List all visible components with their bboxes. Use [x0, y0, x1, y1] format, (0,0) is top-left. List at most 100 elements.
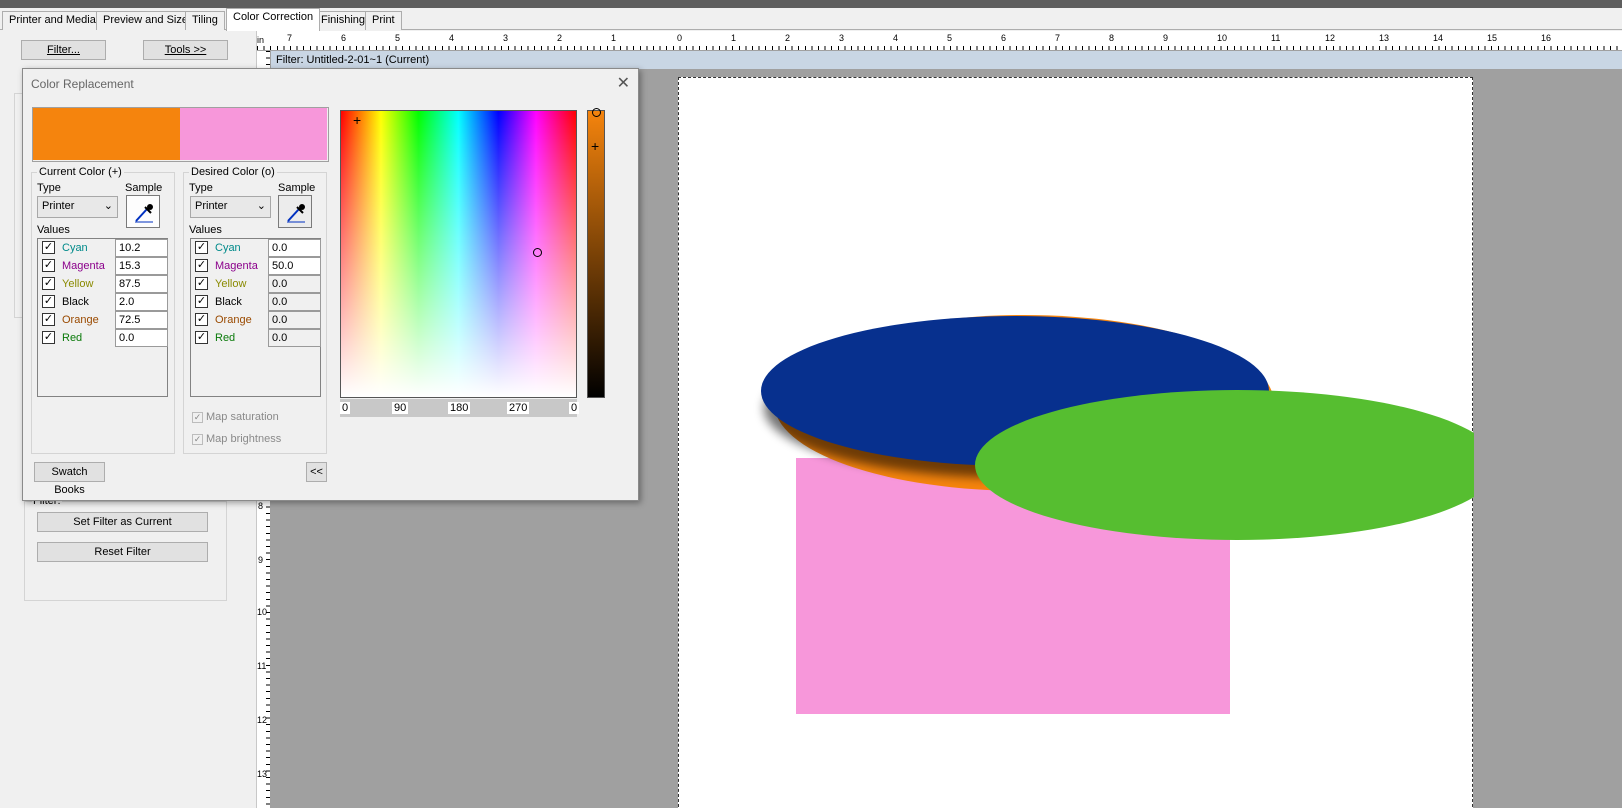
- hue-tick: 180: [448, 402, 471, 414]
- map-saturation-label: Map saturation: [206, 411, 279, 423]
- artwork: [761, 315, 1474, 714]
- channel-name: Black: [215, 296, 242, 308]
- desired-values-table: ✓ Cyan 0.0 ✓ Magenta 50.0 ✓ Yellow 0.0 ✓…: [190, 238, 321, 397]
- table-row: ✓ Yellow 87.5: [38, 275, 168, 293]
- red-value-field[interactable]: 0.0: [268, 329, 321, 347]
- current-sample-button[interactable]: [126, 195, 160, 228]
- table-row: ✓ Orange 72.5: [38, 311, 168, 329]
- ruler-tick: 6: [341, 33, 347, 43]
- desired-color-label: Desired Color (o): [189, 166, 277, 178]
- filter-button[interactable]: Filter...: [21, 40, 106, 60]
- yellow-checkbox[interactable]: ✓: [195, 277, 208, 290]
- ruler-tick: 8: [1109, 33, 1115, 43]
- ruler-tick: 0: [677, 33, 683, 43]
- ruler-tick: 4: [449, 33, 455, 43]
- tools-button[interactable]: Tools >>: [143, 40, 228, 60]
- tab-print[interactable]: Print: [365, 11, 402, 30]
- ruler-tick: 1: [731, 33, 737, 43]
- channel-name: Orange: [62, 314, 99, 326]
- ruler-tick: 8: [258, 501, 264, 511]
- horizontal-ruler: in 7 6 5 4 3 2 1 0 1 2 3 4 5 6 7 8 9 10 …: [257, 31, 1622, 51]
- reset-filter-button[interactable]: Reset Filter: [37, 542, 208, 562]
- black-value-field[interactable]: 0.0: [268, 293, 321, 311]
- channel-name: Red: [215, 332, 236, 344]
- black-value-field[interactable]: 2.0: [115, 293, 168, 311]
- red-checkbox[interactable]: ✓: [42, 331, 55, 344]
- table-row: ✓ Red 0.0: [38, 329, 168, 347]
- current-values-table: ✓ Cyan 10.2 ✓ Magenta 15.3 ✓ Yellow 87.5…: [37, 238, 168, 397]
- table-row: ✓ Black 0.0: [191, 293, 321, 311]
- desired-type-select[interactable]: Printer ⌄: [190, 196, 271, 218]
- sample-label: Sample: [278, 182, 316, 194]
- ruler-tick: 5: [395, 33, 401, 43]
- print-page[interactable]: [678, 77, 1474, 808]
- ruler-tick: 12: [1325, 33, 1336, 43]
- table-row: ✓ Cyan 10.2: [38, 239, 168, 257]
- ruler-tick: 2: [785, 33, 791, 43]
- tab-tiling[interactable]: Tiling: [185, 11, 225, 30]
- cyan-value-field[interactable]: 0.0: [268, 239, 321, 257]
- ruler-tick: 3: [503, 33, 509, 43]
- red-value-field[interactable]: 0.0: [115, 329, 168, 347]
- close-icon[interactable]: ✕: [617, 73, 630, 93]
- hue-tick: 0: [569, 402, 580, 414]
- table-row: ✓ Magenta 15.3: [38, 257, 168, 275]
- hue-tick: 270: [507, 402, 530, 414]
- ruler-tick: 5: [947, 33, 953, 43]
- color-replacement-dialog: Color Replacement ✕ Current Color (+) Ty…: [22, 68, 639, 501]
- map-brightness-checkbox[interactable]: ✓: [192, 434, 203, 445]
- orange-checkbox[interactable]: ✓: [195, 313, 208, 326]
- type-label: Type: [37, 182, 61, 194]
- current-brightness-marker-icon: +: [591, 138, 600, 154]
- values-label: Values: [189, 224, 222, 236]
- black-checkbox[interactable]: ✓: [195, 295, 208, 308]
- yellow-value-field[interactable]: 0.0: [268, 275, 321, 293]
- table-row: ✓ Yellow 0.0: [191, 275, 321, 293]
- ruler-tick: 7: [287, 33, 293, 43]
- desired-color-swatch: [180, 108, 327, 160]
- brightness-slider[interactable]: +: [587, 108, 605, 398]
- tab-finishing[interactable]: Finishing: [314, 11, 373, 30]
- tab-preview-and-size[interactable]: Preview and Size: [96, 11, 195, 30]
- ruler-tick: 7: [1055, 33, 1061, 43]
- window-top-strip: [0, 0, 1622, 8]
- current-color-marker-icon: +: [353, 112, 362, 128]
- map-saturation-checkbox[interactable]: ✓: [192, 412, 203, 423]
- collapse-button[interactable]: <<: [306, 462, 327, 482]
- ruler-tick: 15: [1487, 33, 1498, 43]
- orange-value-field[interactable]: 72.5: [115, 311, 168, 329]
- red-checkbox[interactable]: ✓: [195, 331, 208, 344]
- tab-printer-and-media[interactable]: Printer and Media: [2, 11, 103, 30]
- tab-bar: Printer and Media Preview and Size Tilin…: [0, 8, 1622, 31]
- ruler-tick: 4: [893, 33, 899, 43]
- yellow-value-field[interactable]: 87.5: [115, 275, 168, 293]
- ruler-tick: 3: [839, 33, 845, 43]
- magenta-checkbox[interactable]: ✓: [42, 259, 55, 272]
- ruler-tick: 1: [611, 33, 617, 43]
- swatch-books-button[interactable]: Swatch Books: [34, 462, 105, 496]
- orange-checkbox[interactable]: ✓: [42, 313, 55, 326]
- sample-label: Sample: [125, 182, 163, 194]
- hue-saturation-picker[interactable]: +: [340, 110, 577, 398]
- ruler-tick: 14: [1433, 33, 1444, 43]
- chevron-down-icon: ⌄: [256, 200, 266, 212]
- black-checkbox[interactable]: ✓: [42, 295, 55, 308]
- current-type-select[interactable]: Printer ⌄: [37, 196, 118, 218]
- cyan-value-field[interactable]: 10.2: [115, 239, 168, 257]
- magenta-value-field[interactable]: 15.3: [115, 257, 168, 275]
- cyan-checkbox[interactable]: ✓: [195, 241, 208, 254]
- yellow-checkbox[interactable]: ✓: [42, 277, 55, 290]
- tab-color-correction[interactable]: Color Correction: [226, 8, 321, 31]
- set-filter-button[interactable]: Set Filter as Current: [37, 512, 208, 532]
- filter-status-bar: Filter: Untitled-2-01~1 (Current): [271, 51, 1622, 69]
- ruler-tick: 10: [1217, 33, 1228, 43]
- eyedropper-icon: [135, 204, 153, 223]
- cyan-checkbox[interactable]: ✓: [42, 241, 55, 254]
- desired-sample-button[interactable]: [278, 195, 312, 228]
- desired-brightness-marker-icon: [592, 108, 601, 117]
- magenta-checkbox[interactable]: ✓: [195, 259, 208, 272]
- eyedropper-icon: [287, 204, 305, 223]
- orange-value-field[interactable]: 0.0: [268, 311, 321, 329]
- magenta-value-field[interactable]: 50.0: [268, 257, 321, 275]
- channel-name: Cyan: [62, 242, 88, 254]
